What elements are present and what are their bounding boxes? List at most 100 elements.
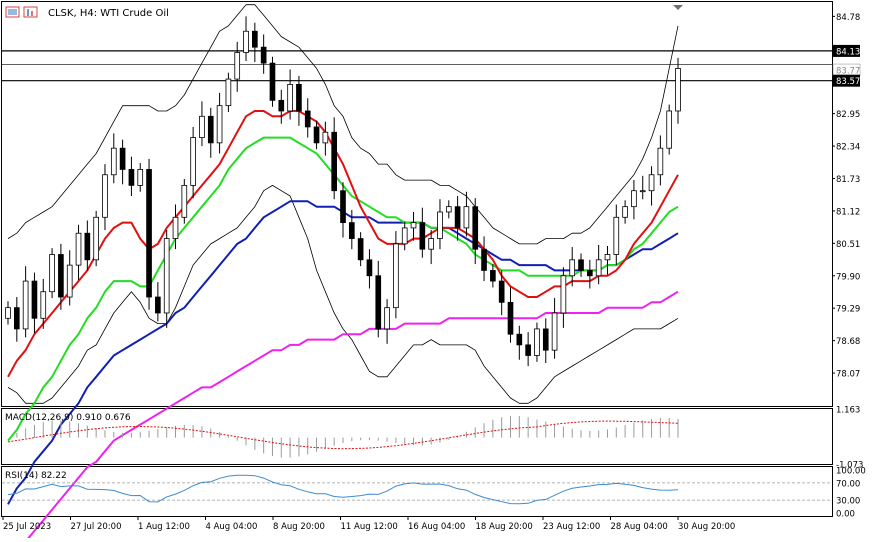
- candle-body: [657, 147, 664, 176]
- price-tick-label: 80.51: [836, 240, 860, 250]
- time-tick-label: 1 Aug 12:00: [138, 522, 190, 532]
- chart-canvas: CLSK, H4: WTI Crude Oil 84.7884.1383.778…: [1, 1, 866, 542]
- macd-label: MACD(12,26,9) 0.910 0.676: [5, 413, 131, 423]
- candle-body: [472, 206, 479, 250]
- candle-body: [437, 211, 443, 239]
- candle-body: [445, 206, 452, 213]
- candle-body: [260, 46, 267, 64]
- candle-body: [507, 301, 514, 335]
- candle-body: [313, 126, 320, 144]
- price-tick-label: 79.90: [836, 272, 860, 282]
- candle-body: [410, 222, 417, 229]
- candle-body: [322, 131, 329, 144]
- candle-body: [384, 307, 390, 330]
- ma-red-line: [7, 110, 679, 378]
- macd-signal-line: [7, 420, 679, 450]
- candle-body: [49, 254, 55, 293]
- candle-body: [419, 222, 426, 250]
- time-tick-label: 16 Aug 04:00: [408, 522, 465, 532]
- time-tick-label: 4 Aug 04:00: [206, 522, 258, 532]
- candle-body: [357, 238, 364, 261]
- candle-body: [93, 216, 99, 261]
- candle-body: [287, 83, 293, 112]
- candle-body: [243, 30, 249, 53]
- time-tick-label: 11 Aug 12:00: [341, 522, 398, 532]
- ma-blue-line: [7, 200, 679, 505]
- candle-body: [622, 206, 628, 218]
- rsi-tick-label: 30.00: [836, 497, 860, 507]
- candle-body: [631, 190, 637, 208]
- price-tick-label: 84.78: [836, 13, 860, 23]
- price-tick-label: 78.07: [836, 370, 860, 380]
- candle-body: [542, 328, 549, 351]
- time-tick-label: 27 Jul 20:00: [71, 522, 122, 532]
- candle-body: [534, 328, 540, 356]
- price-panel-frame: [1, 1, 833, 407]
- candle-body: [5, 307, 11, 319]
- candle-body: [225, 78, 232, 107]
- price-tick-label: 82.95: [836, 110, 860, 120]
- candle-body: [675, 68, 681, 112]
- macd-tick-label: 1.163: [836, 406, 860, 416]
- candle-body: [163, 238, 170, 314]
- rsi-tick-label: 70.00: [836, 479, 860, 489]
- price-tick-label: 78.68: [836, 337, 860, 347]
- candle-body: [84, 232, 91, 261]
- time-tick-label: 30 Aug 20:00: [678, 522, 735, 532]
- rsi-layer: [2, 474, 832, 505]
- chart-type-icon[interactable]: [23, 6, 38, 18]
- candle-body: [181, 184, 188, 218]
- rsi-panel-frame: [1, 466, 833, 517]
- candle-body: [551, 312, 558, 351]
- candle-body: [190, 137, 196, 186]
- candle-body: [366, 259, 373, 277]
- candle-body: [428, 238, 434, 250]
- collapse-triangle-icon[interactable]: [673, 5, 683, 10]
- candle-body: [401, 227, 408, 245]
- candle-body: [278, 99, 285, 112]
- candle-body: [560, 275, 567, 314]
- candle-body: [172, 216, 179, 239]
- candle-body: [110, 147, 117, 176]
- candle-body: [613, 216, 620, 255]
- candle-body: [340, 190, 346, 224]
- indicator-lines-layer: [7, 4, 679, 542]
- candle-body: [155, 296, 161, 314]
- price-tick-label: 81.73: [836, 175, 860, 185]
- candle-body: [595, 259, 602, 277]
- candle-body: [58, 254, 64, 298]
- candle-body: [13, 307, 20, 330]
- candle-body: [393, 243, 399, 309]
- rsi-label: RSI(14) 82.22: [5, 471, 67, 481]
- candle-body: [296, 83, 302, 112]
- candle-body: [128, 169, 135, 186]
- time-tick-label: 28 Aug 04:00: [611, 522, 668, 532]
- chart-title: CLSK, H4: WTI Crude Oil: [48, 8, 169, 19]
- axis-layer: 84.7884.1383.7783.5782.9582.3481.7381.12…: [2, 13, 866, 532]
- candle-body: [639, 190, 646, 193]
- candle-body: [75, 232, 82, 266]
- candle-body: [481, 248, 487, 271]
- candle-body: [252, 30, 258, 48]
- candle-body: [648, 174, 655, 192]
- window-icons[interactable]: [5, 6, 38, 18]
- candle-body: [119, 147, 126, 170]
- candle-body: [216, 105, 223, 144]
- price-tick-label: 84.13: [836, 47, 860, 57]
- price-tick-label: 81.12: [836, 207, 860, 217]
- candle-body: [569, 259, 576, 277]
- candle-body: [525, 344, 531, 356]
- time-tick-label: 8 Aug 20:00: [273, 522, 325, 532]
- candle-body: [304, 110, 311, 128]
- candle-body: [137, 169, 144, 186]
- candle-body: [234, 52, 241, 80]
- horizontal-lines-layer: [2, 50, 832, 82]
- candle-body: [102, 174, 108, 218]
- candle-body: [22, 280, 29, 330]
- candle-body: [331, 131, 338, 192]
- candle-body: [454, 206, 461, 229]
- price-tick-label: 79.29: [836, 305, 860, 315]
- candle-body: [375, 275, 382, 330]
- candle-body: [66, 264, 73, 298]
- candle-body: [604, 254, 611, 261]
